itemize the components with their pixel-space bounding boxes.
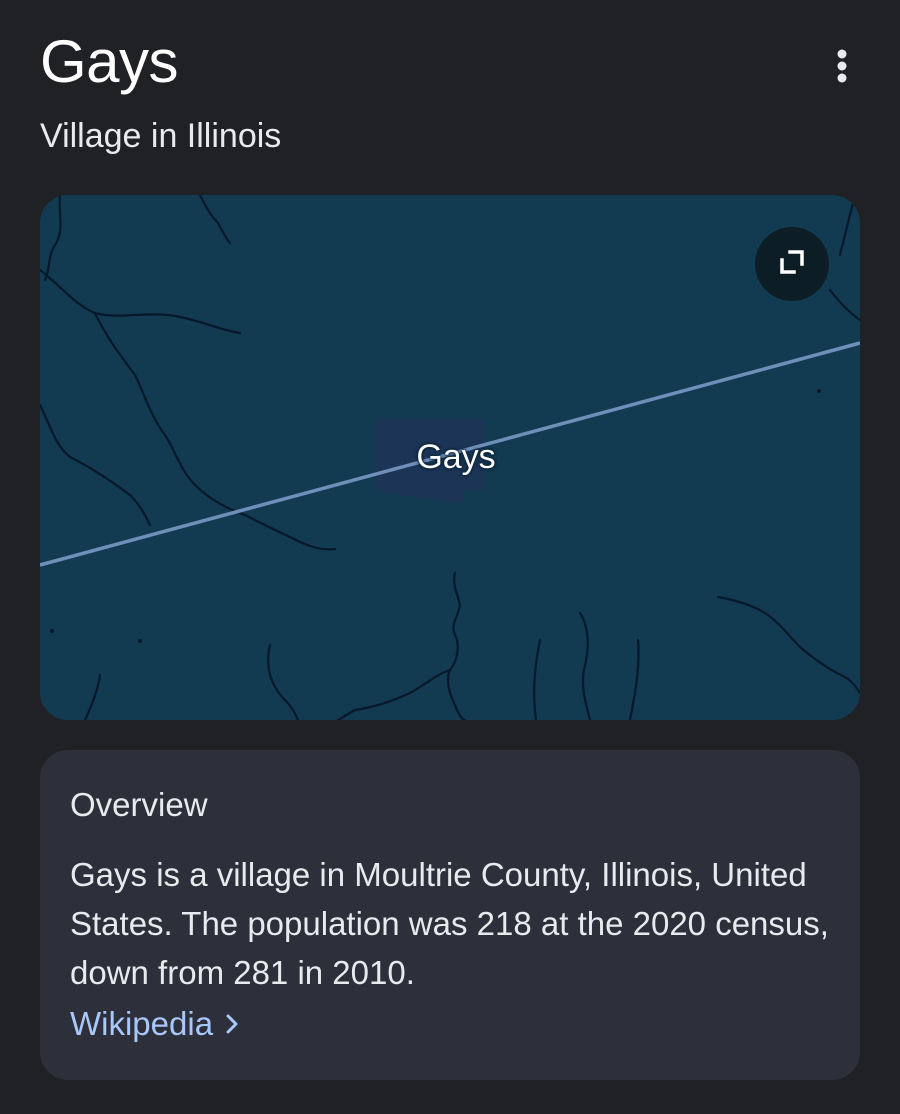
page-title: Gays <box>40 28 179 95</box>
expand-map-button[interactable] <box>755 227 829 301</box>
knowledge-panel: Gays Village in Illinois Gays Overview G… <box>0 0 900 1114</box>
more-options-button[interactable] <box>818 44 866 92</box>
source-link-label: Wikipedia <box>70 1005 214 1042</box>
map-card[interactable]: Gays <box>40 195 860 720</box>
wikipedia-link[interactable]: Wikipedia <box>70 1002 239 1046</box>
overview-description: Gays is a village in Moultrie County, Il… <box>70 856 829 991</box>
page-subtitle: Village in Illinois <box>40 117 282 155</box>
chevron-right-icon <box>225 1002 239 1046</box>
more-vert-icon <box>835 48 849 89</box>
map-place-label[interactable]: Gays <box>406 435 506 479</box>
overview-card: Overview Gays is a village in Moultrie C… <box>40 750 860 1080</box>
overview-heading: Overview <box>70 786 208 823</box>
expand-icon <box>779 249 805 280</box>
